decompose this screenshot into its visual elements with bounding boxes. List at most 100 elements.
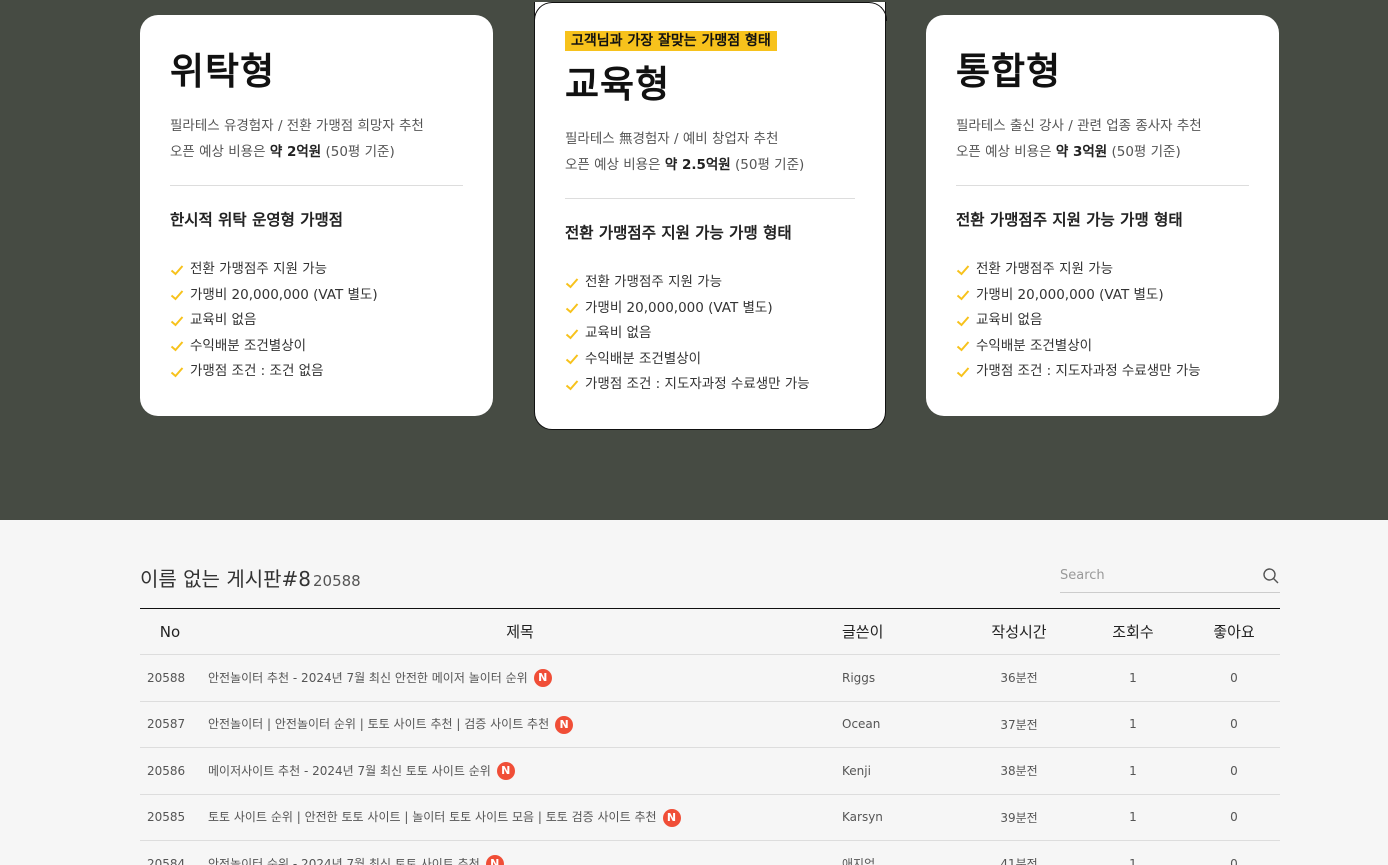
check-icon [956,265,970,276]
card-cost-line: 오픈 예상 비용은 약 2.5억원 (50평 기준) [565,157,805,173]
check-icon [565,303,579,314]
search-input[interactable] [1060,560,1250,590]
feature-item: 전환 가맹점주 지원 가능 [170,257,378,283]
post-time: 37분전 [960,701,1078,748]
card-divider [956,185,1249,186]
post-likes: 0 [1188,747,1280,795]
post-title-cell: 안전놀이터 순위 - 2024년 7월 최신 토토 사이트 추천 N [200,840,840,865]
table-row[interactable]: 20588 안전놀이터 추천 - 2024년 7월 최신 안전한 메이저 놀이터… [140,654,1280,702]
table-row[interactable]: 20586 메이저사이트 추천 - 2024년 7월 최신 토토 사이트 순위 N… [140,747,1280,795]
post-views: 1 [1078,794,1188,841]
column-header-title[interactable]: 제목 [200,608,840,655]
board-table: No 제목 글쓴이 작성시간 조회수 좋아요 20588 안전놀이터 추천 - … [140,608,1280,865]
card-title: 위탁형 [170,50,276,93]
card-subtitle: 전환 가맹점주 지원 가능 가맹 형태 [565,224,792,242]
post-views: 1 [1078,747,1188,795]
post-title-link[interactable]: 안전놀이터 | 안전놀이터 순위 | 토토 사이트 추천 | 검증 사이트 추천 [208,717,549,731]
post-title-cell: 안전놀이터 | 안전놀이터 순위 | 토토 사이트 추천 | 검증 사이트 추천… [200,701,840,748]
table-row[interactable]: 20587 안전놀이터 | 안전놀이터 순위 | 토토 사이트 추천 | 검증 … [140,701,1280,748]
card-title: 교육형 [565,63,671,106]
feature-item: 가맹점 조건 : 조건 없음 [170,359,378,385]
post-likes: 0 [1188,794,1280,841]
recommended-badge: 고객님과 가장 잘맞는 가맹점 형태 [565,31,777,51]
feature-item: 가맹비 20,000,000 (VAT 별도) [170,283,378,309]
check-icon [170,341,184,352]
post-number: 20588 [140,654,200,702]
feature-list: 전환 가맹점주 지원 가능 가맹비 20,000,000 (VAT 별도) 교육… [565,270,810,398]
post-title-link[interactable]: 메이저사이트 추천 - 2024년 7월 최신 토토 사이트 순위 [208,764,491,778]
card-cost: 약 3억원 [1055,144,1108,160]
post-author: Ocean [840,701,960,748]
new-badge: N [485,855,504,865]
new-badge: N [662,808,681,827]
post-views: 1 [1078,701,1188,748]
card-subtitle: 전환 가맹점주 지원 가능 가맹 형태 [956,211,1183,229]
feature-item: 수익배분 조건별상이 [565,347,810,373]
check-icon [170,290,184,301]
column-header-likes[interactable]: 좋아요 [1188,608,1280,655]
column-header-author[interactable]: 글쓴이 [840,608,960,655]
new-badge: N [496,762,515,780]
card-divider [565,198,855,199]
post-title-link[interactable]: 안전놀이터 순위 - 2024년 7월 최신 토토 사이트 추천 [208,857,480,865]
franchise-card-integrated: 통합형 필라테스 출신 강사 / 관련 업종 종사자 추천 오픈 예상 비용은 … [926,15,1279,416]
post-likes: 0 [1188,654,1280,702]
board-title: 이름 없는 게시판#8 20588 [140,563,361,592]
feature-item: 가맹비 20,000,000 (VAT 별도) [565,296,810,322]
post-views: 1 [1078,654,1188,702]
card-description: 필라테스 無경험자 / 예비 창업자 추천 오픈 예상 비용은 약 2.5억원 … [565,126,804,178]
feature-item: 수익배분 조건별상이 [956,334,1201,360]
card-cost-line: 오픈 예상 비용은 약 3억원 (50평 기준) [956,144,1181,160]
post-number: 20584 [140,840,200,865]
table-header-row: No 제목 글쓴이 작성시간 조회수 좋아요 [140,608,1280,655]
post-time: 36분전 [960,654,1078,702]
check-icon [170,265,184,276]
check-icon [956,341,970,352]
card-description: 필라테스 출신 강사 / 관련 업종 종사자 추천 오픈 예상 비용은 약 3억… [956,113,1202,165]
check-icon [956,316,970,327]
post-likes: 0 [1188,840,1280,865]
franchise-card-consignment: 위탁형 필라테스 유경험자 / 전환 가맹점 희망자 추천 오픈 예상 비용은 … [140,15,493,416]
column-header-time[interactable]: 작성시간 [960,608,1078,655]
feature-item: 가맹점 조건 : 지도자과정 수료생만 가능 [565,372,810,398]
franchise-section: 위탁형 필라테스 유경험자 / 전환 가맹점 희망자 추천 오픈 예상 비용은 … [0,0,1388,520]
feature-item: 가맹비 20,000,000 (VAT 별도) [956,283,1201,309]
post-number: 20586 [140,747,200,795]
card-subtitle: 한시적 위탁 운영형 가맹점 [170,211,344,229]
check-icon [565,278,579,289]
check-icon [956,290,970,301]
feature-item: 교육비 없음 [565,321,810,347]
post-views: 1 [1078,840,1188,865]
post-likes: 0 [1188,701,1280,748]
post-number: 20587 [140,701,200,748]
card-description: 필라테스 유경험자 / 전환 가맹점 희망자 추천 오픈 예상 비용은 약 2억… [170,113,424,165]
post-title-link[interactable]: 토토 사이트 순위 | 안전한 토토 사이트 | 놀이터 토토 사이트 모음 |… [208,810,657,824]
column-header-views[interactable]: 조회수 [1078,608,1188,655]
table-row[interactable]: 20585 토토 사이트 순위 | 안전한 토토 사이트 | 놀이터 토토 사이… [140,794,1280,841]
post-time: 41분전 [960,840,1078,865]
feature-item: 교육비 없음 [956,308,1201,334]
table-row[interactable]: 20584 안전놀이터 순위 - 2024년 7월 최신 토토 사이트 추천 N … [140,840,1280,865]
check-icon [170,316,184,327]
franchise-card-education: 고객님과 가장 잘맞는 가맹점 형태 교육형 필라테스 無경험자 / 예비 창업… [533,2,887,430]
post-title-link[interactable]: 안전놀이터 추천 - 2024년 7월 최신 안전한 메이저 놀이터 순위 [208,671,528,685]
search-icon[interactable] [1262,567,1280,585]
post-title-cell: 안전놀이터 추천 - 2024년 7월 최신 안전한 메이저 놀이터 순위 N [200,654,840,702]
new-badge: N [533,669,552,687]
search-box [1060,560,1280,593]
card-cost-line: 오픈 예상 비용은 약 2억원 (50평 기준) [170,144,395,160]
card-recommendation: 필라테스 無경험자 / 예비 창업자 추천 [565,131,779,147]
feature-item: 전환 가맹점주 지원 가능 [565,270,810,296]
card-recommendation: 필라테스 출신 강사 / 관련 업종 종사자 추천 [956,118,1202,134]
board-post-count: 20588 [313,572,361,590]
post-author: Kenji [840,747,960,795]
column-header-no[interactable]: No [140,608,200,655]
check-icon [170,367,184,378]
post-author: Riggs [840,654,960,702]
feature-item: 가맹점 조건 : 지도자과정 수료생만 가능 [956,359,1201,385]
card-cost: 약 2억원 [269,144,322,160]
card-divider [170,185,463,186]
check-icon [956,367,970,378]
feature-list: 전환 가맹점주 지원 가능 가맹비 20,000,000 (VAT 별도) 교육… [170,257,378,385]
post-time: 38분전 [960,747,1078,795]
